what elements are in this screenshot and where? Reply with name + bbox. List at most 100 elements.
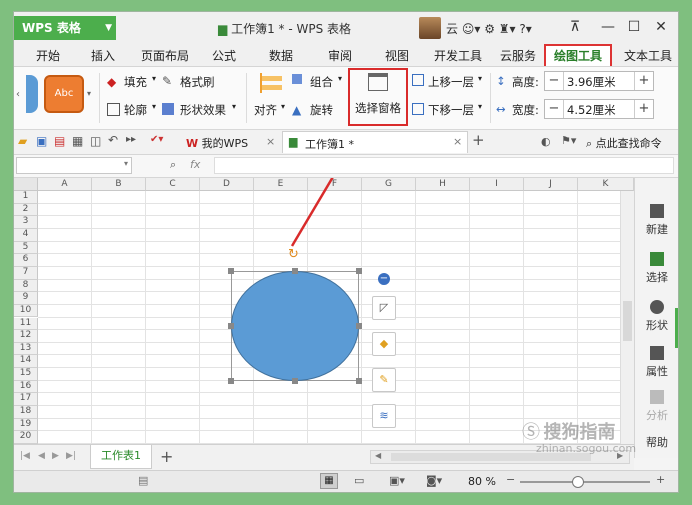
resize-handle[interactable] (292, 268, 298, 274)
maximize-button[interactable]: ☐ (623, 17, 645, 37)
row-header[interactable]: 15 (14, 368, 38, 381)
pane-shape-button[interactable]: 形状 (635, 300, 678, 333)
wps-app-menu-button[interactable]: WPS 表格 ▼ (14, 16, 116, 40)
tab-text-tools[interactable]: 文本工具 (624, 47, 672, 64)
scrollbar-thumb[interactable] (623, 301, 632, 341)
align-dropdown-icon[interactable]: ▾ (281, 102, 285, 111)
column-header[interactable]: H (416, 178, 470, 191)
row-header[interactable]: 4 (14, 228, 38, 242)
my-wps-close-icon[interactable]: × (266, 135, 275, 148)
select-all-corner[interactable] (14, 178, 38, 191)
first-sheet-icon[interactable]: |◀ (20, 451, 30, 461)
zoom-out-button[interactable]: − (506, 473, 515, 486)
format-brush-button[interactable]: 格式刷 (180, 74, 215, 90)
send-backward-dropdown-icon[interactable]: ▾ (478, 102, 482, 111)
align-button[interactable]: 对齐 (254, 102, 277, 118)
resize-handle[interactable] (228, 378, 234, 384)
height-value[interactable]: 3.96厘米 (567, 74, 616, 90)
user-name[interactable]: 云 (446, 22, 458, 36)
bring-forward-dropdown-icon[interactable]: ▾ (478, 74, 482, 83)
row-header[interactable]: 20 (14, 431, 38, 444)
row-header[interactable]: 12 (14, 330, 38, 343)
height-increase-button[interactable]: + (634, 72, 653, 90)
row-header[interactable]: 14 (14, 355, 38, 369)
column-header[interactable]: C (146, 178, 200, 191)
width-decrease-button[interactable]: − (545, 100, 564, 118)
fill-float-button[interactable]: ◆ (372, 332, 396, 356)
resize-handle[interactable] (228, 323, 234, 329)
document-tab[interactable]: ▆ 工作簿1 * × (282, 131, 468, 153)
more-icon[interactable]: ▸▸ (126, 134, 136, 145)
tab-view[interactable]: 视图 (385, 47, 409, 64)
row-header[interactable]: 17 (14, 393, 38, 407)
customize-icon[interactable]: ✔▾ (150, 134, 163, 145)
prev-sheet-icon[interactable]: ◀ (38, 451, 45, 461)
tab-developer[interactable]: 开发工具 (434, 47, 482, 64)
send-backward-button[interactable]: 下移一层 (428, 102, 474, 118)
skin-icon[interactable]: ⚙ (484, 22, 499, 36)
collapse-toolbar-icon[interactable]: − (378, 273, 390, 285)
row-header[interactable]: 13 (14, 342, 38, 356)
bring-forward-button[interactable]: 上移一层 (428, 74, 474, 90)
sidebar-toggle-icon[interactable]: ◐ (541, 135, 551, 148)
vertical-scrollbar[interactable] (620, 191, 634, 444)
zoom-in-button[interactable]: + (656, 473, 665, 486)
zoom-search-icon[interactable]: ⌕ (170, 158, 176, 172)
fill-button[interactable]: 填充 (124, 74, 147, 90)
group-button[interactable]: 组合 (310, 74, 333, 90)
formula-input[interactable] (214, 157, 674, 174)
pane-help-button[interactable]: 帮助 (635, 434, 678, 450)
selection-pane-button[interactable]: 选择窗格 (355, 100, 401, 116)
column-header[interactable]: K (578, 178, 634, 191)
tab-data[interactable]: 数据 (269, 47, 293, 64)
shape-effects-button[interactable]: 形状效果 (180, 102, 226, 118)
column-header[interactable]: B (92, 178, 146, 191)
tab-review[interactable]: 审阅 (328, 47, 352, 64)
outline-float-button[interactable]: ✎ (372, 368, 396, 392)
row-header[interactable]: 1 (14, 191, 38, 204)
width-value[interactable]: 4.52厘米 (567, 102, 616, 118)
row-header[interactable]: 7 (14, 266, 38, 280)
row-header[interactable]: 3 (14, 216, 38, 229)
chevron-down-icon[interactable]: ▾ (124, 159, 128, 168)
row-header[interactable]: 18 (14, 406, 38, 419)
close-button[interactable]: ✕ (650, 17, 672, 37)
last-sheet-icon[interactable]: ▶| (66, 451, 76, 461)
save-icon[interactable]: ▣ (36, 134, 47, 148)
column-header[interactable]: J (524, 178, 578, 191)
layers-float-button[interactable]: ≋ (372, 404, 396, 428)
command-search[interactable]: ⌕ 点此查找命令 (586, 135, 662, 151)
name-box[interactable]: ▾ (16, 157, 132, 174)
ellipse-shape[interactable] (231, 271, 359, 381)
column-header[interactable]: A (38, 178, 92, 191)
help-icon[interactable]: ?▾ (519, 22, 531, 36)
my-wps-tab[interactable]: W 我的WPS (186, 135, 248, 151)
row-header[interactable]: 19 (14, 418, 38, 432)
height-decrease-button[interactable]: − (545, 72, 564, 90)
row-header[interactable]: 2 (14, 203, 38, 217)
pane-analysis-button[interactable]: 分析 (635, 390, 678, 423)
pane-properties-button[interactable]: 属性 (635, 346, 678, 379)
column-header[interactable]: I (470, 178, 524, 191)
flag-icon[interactable]: ⚑▾ (561, 134, 576, 147)
page-break-view-button[interactable]: ▣▾ (389, 474, 405, 487)
emoji-icon[interactable]: ☺▾ (458, 22, 484, 36)
row-header[interactable]: 5 (14, 241, 38, 255)
tab-home[interactable]: 开始 (36, 47, 60, 64)
row-header[interactable]: 11 (14, 317, 38, 331)
export-pdf-icon[interactable]: ▤ (54, 134, 65, 148)
minimize-button[interactable]: — (597, 17, 619, 37)
resize-handle[interactable] (228, 268, 234, 274)
style-scroll-left[interactable]: ‹ (16, 89, 20, 100)
zoom-slider[interactable] (520, 476, 650, 488)
resize-handle[interactable] (356, 378, 362, 384)
pane-select-button[interactable]: 选择 (635, 252, 678, 285)
row-header[interactable]: 6 (14, 254, 38, 267)
shape-style-float-button[interactable]: ◸ (372, 296, 396, 320)
column-header[interactable]: D (200, 178, 254, 191)
tab-page-layout[interactable]: 页面布局 (141, 47, 189, 64)
resize-handle[interactable] (292, 378, 298, 384)
pane-new-button[interactable]: 新建 (635, 204, 678, 237)
pane-collapse-handle[interactable] (675, 308, 678, 348)
row-header[interactable]: 10 (14, 304, 38, 318)
